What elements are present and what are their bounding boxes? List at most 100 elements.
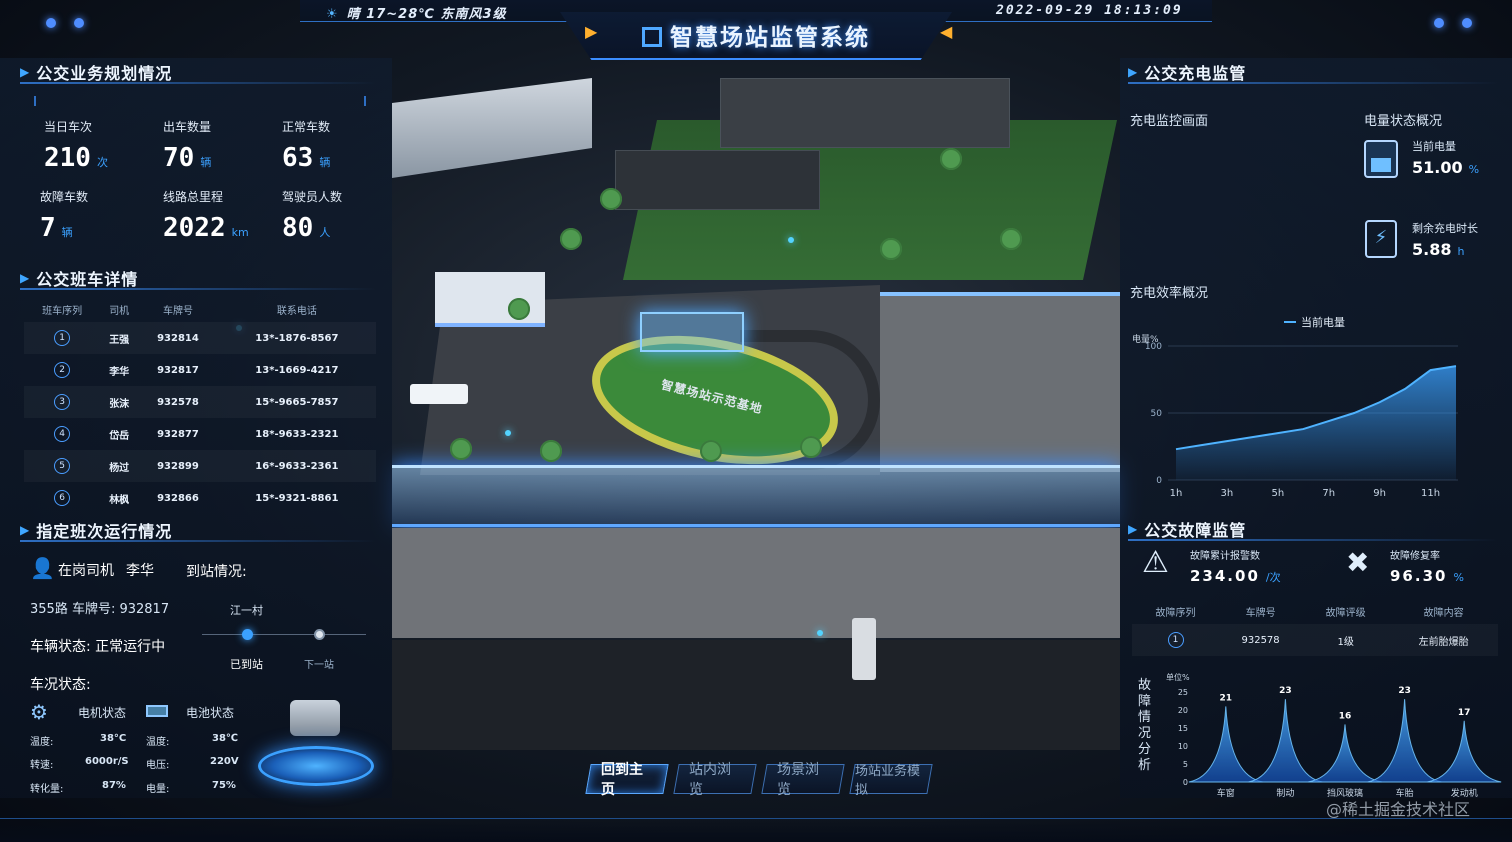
stat-faulty-vehicles: 故障车数 7辆 (40, 188, 88, 243)
header-decoration (1434, 18, 1472, 28)
x-tick-label: 9h (1373, 488, 1386, 499)
cell-plate: 932866 (157, 492, 199, 504)
table-row[interactable]: 3 张沫 932578 15*-9665-7857 (24, 386, 376, 418)
section-title-text: 公交班车详情 (36, 270, 139, 289)
stat-unit: 人 (319, 226, 331, 239)
alarm-count: 234.00/次 (1190, 566, 1281, 585)
alarm-count-unit: /次 (1265, 571, 1281, 584)
cell-driver: 杨过 (100, 450, 139, 482)
nav-station-browse-button[interactable]: 站内浏览 (673, 762, 757, 798)
nav-scene-browse-button[interactable]: 场景浏览 (761, 762, 845, 798)
cell-plate: 932877 (157, 428, 199, 440)
scene-station-building[interactable] (640, 312, 744, 352)
sun-icon: ☀ (326, 7, 339, 22)
fault-analysis-label: 故障情况分析 (1138, 678, 1152, 773)
data-label: 23 (1398, 686, 1411, 696)
x-tick-label: 7h (1322, 488, 1335, 499)
route-plate: 355路 车牌号: 932817 (30, 598, 169, 617)
y-tick-label: 0 (1156, 476, 1162, 486)
nav-business-sim-button[interactable]: 场站业务模拟 (849, 764, 933, 798)
page-title-text: 智慧场站监管系统 (670, 25, 870, 51)
section-title-text: 公交故障监管 (1144, 521, 1247, 540)
battery-value: 75% (212, 780, 236, 791)
column-header: 班车序列 (42, 305, 83, 317)
cell-phone: 18*-9633-2321 (255, 428, 339, 440)
row-index: 3 (54, 394, 71, 410)
motor-key: 温度: (30, 737, 54, 748)
stop-marker-next[interactable] (314, 629, 325, 640)
current-stop: 江一村 (230, 604, 263, 617)
cell-phone: 16*-9633-2361 (217, 450, 376, 482)
data-label: 21 (1220, 693, 1233, 703)
weather-info: ☀ 晴 17~28℃ 东南风3级 (326, 3, 507, 22)
fault-peak (1248, 699, 1323, 783)
monitor-label: 充电监控画面 (1130, 114, 1209, 129)
stat-driver-count: 驾驶员人数 80 人 (282, 188, 342, 243)
section-title-run: ▶ 指定班次运行情况 (20, 518, 172, 542)
column-header: 司机 (109, 305, 130, 317)
remaining-time: 5.88 h (1412, 240, 1464, 259)
cell-content: 左前胎爆胎 (1389, 624, 1498, 656)
triangle-icon: ▶ (20, 523, 31, 537)
cell-plate: 932578 (138, 386, 218, 418)
table-row[interactable]: 1 932578 1级 左前胎爆胎 (1132, 624, 1498, 656)
efficiency-label: 充电效率概况 (1130, 286, 1209, 301)
x-tick-label: 3h (1221, 488, 1234, 499)
weather-text: 晴 17~28℃ 东南风3级 (346, 7, 507, 22)
table-row[interactable]: 5 杨过 932899 16*-9633-2361 (24, 450, 376, 482)
stat-unit: 辆 (319, 156, 331, 169)
data-label: 16 (1339, 711, 1352, 721)
x-tick-label: 11h (1421, 488, 1440, 499)
y-tick-label: 50 (1151, 409, 1163, 419)
section-divider (1128, 539, 1498, 541)
scene-particle (505, 430, 511, 436)
fault-peak (1427, 720, 1502, 783)
stat-value: 7 (40, 213, 56, 243)
triangle-icon: ▶ (1128, 522, 1139, 536)
fault-analysis-chart: 单位%051015202521车窗23制动16挡风玻璃23车胎17发动机 (1166, 672, 1502, 798)
shift-table: 班车序列 司机 车牌号 联系电话 1 王强 932814 13*-1876-8567 … (24, 296, 376, 514)
cell-phone: 15*-9321-8861 (255, 492, 339, 504)
stat-value: 80 (282, 213, 314, 243)
stat-label: 正常车数 (282, 120, 331, 134)
table-header-row: 故障序列 车牌号 故障评级 故障内容 (1132, 598, 1498, 624)
table-row[interactable]: 6 林枫 932866 15*-9321-8861 (24, 482, 376, 514)
battery-value: 220V (210, 756, 239, 767)
fault-table: 故障序列 车牌号 故障评级 故障内容 1 932578 1级 左前胎爆胎 (1132, 598, 1498, 656)
charge-efficiency-chart: 电量%0501001h 3h 5h 7h 9h 11h当前电量 (1132, 315, 1458, 499)
nav-home-button[interactable]: 回到主页 (585, 762, 669, 798)
row-index: 2 (54, 362, 71, 378)
alarm-label: 故障累计报警数 (1190, 551, 1260, 562)
fault-peak (1188, 706, 1263, 783)
stat-normal-vehicles: 正常车数 63 辆 (282, 118, 330, 173)
footer-bar (0, 818, 1512, 842)
vehicle-status: 车辆状态: 正常运行中 (30, 639, 166, 655)
stat-label: 当日车次 (44, 120, 93, 134)
plate-value: 932817 (119, 602, 170, 617)
table-row[interactable]: 2 李华 932817 13*-1669-4217 (24, 354, 376, 386)
battery-label: 电池状态 (186, 706, 235, 720)
cell-phone: 15*-9665-7857 (217, 386, 376, 418)
stop-marker-arrived[interactable] (242, 629, 253, 640)
stat-vehicles-out: 出车数量 70 辆 (163, 118, 211, 173)
battery-icon (146, 705, 168, 717)
status-label: 电量状态概况 (1364, 114, 1443, 129)
arrived-label: 已到站 (230, 658, 263, 671)
stat-value: 70 (163, 143, 195, 173)
scene-bus[interactable] (852, 618, 876, 680)
stat-label: 线路总里程 (163, 190, 224, 204)
section-title-text: 指定班次运行情况 (36, 522, 173, 541)
table-row[interactable]: 1 王强 932814 13*-1876-8567 (24, 322, 376, 354)
battery-level-icon (1362, 138, 1400, 180)
row-index: 1 (54, 330, 71, 346)
decoration (34, 96, 36, 106)
stat-daily-trips: 当日车次 210 次 (44, 118, 108, 173)
scene-wall (435, 272, 545, 327)
scene-bus[interactable] (410, 384, 468, 404)
driver-label: 在岗司机 (58, 563, 114, 579)
header-decoration (46, 18, 84, 28)
column-header: 车牌号 (162, 305, 193, 317)
header: ☀ 晴 17~28℃ 东南风3级 2022-09-29 18:13:09 ▶ ◀ … (0, 0, 1512, 60)
section-divider (20, 82, 376, 84)
table-row[interactable]: 4 岱岳 932877 18*-9633-2321 (24, 418, 376, 450)
